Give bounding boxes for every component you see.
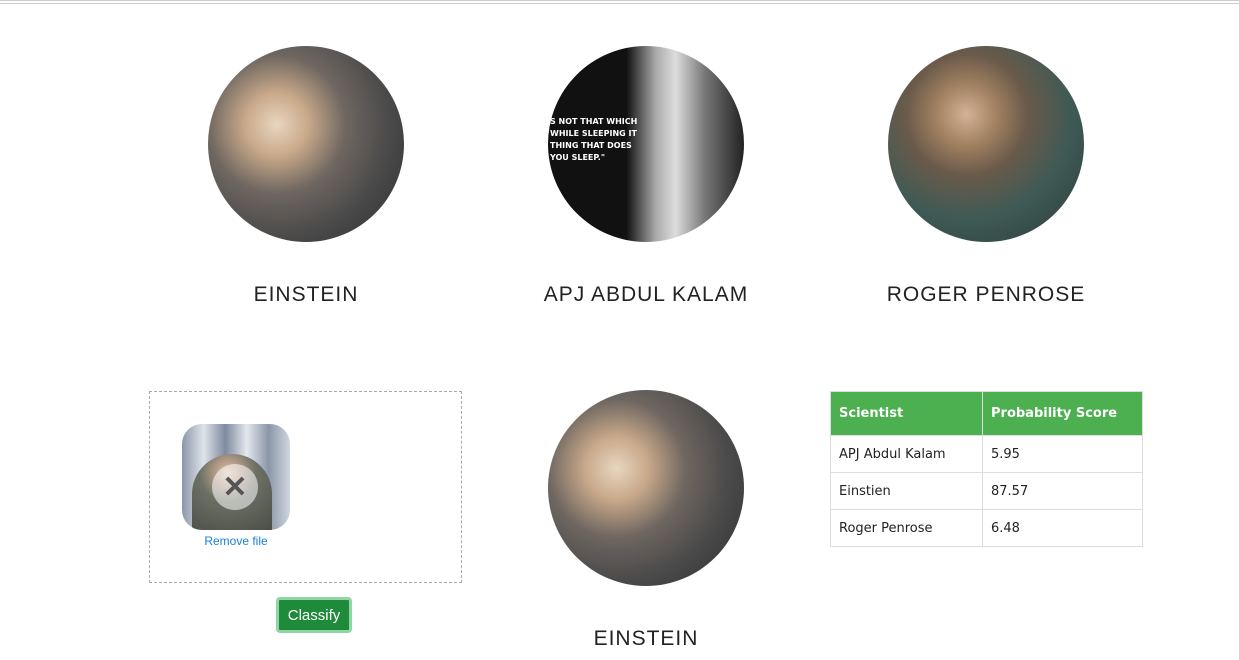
quote-line: S NOT THAT WHICH xyxy=(550,117,638,126)
scientist-name: ROGER PENROSE xyxy=(886,283,1086,306)
top-divider xyxy=(0,3,1239,4)
score-cell: 6.48 xyxy=(982,509,1143,547)
table-row: APJ Abdul Kalam 5.95 xyxy=(830,435,1143,473)
result-photo xyxy=(548,390,744,586)
x-icon[interactable]: ✕ xyxy=(212,464,258,510)
penrose-photo xyxy=(888,46,1084,242)
kalam-photo: S NOT THAT WHICH WHILE SLEEPING IT THING… xyxy=(548,46,744,242)
table-row: Einstien 87.57 xyxy=(830,472,1143,510)
probability-table: Scientist Probability Score APJ Abdul Ka… xyxy=(830,391,1143,547)
classify-button[interactable]: Classify xyxy=(276,597,352,633)
column-header: Scientist xyxy=(830,391,983,436)
score-cell: 5.95 xyxy=(982,435,1143,473)
score-cell: 87.57 xyxy=(982,472,1143,510)
column-header: Probability Score xyxy=(982,391,1143,436)
scientist-cell: Einstien xyxy=(830,472,983,510)
scientist-cell: APJ Abdul Kalam xyxy=(830,435,983,473)
photo-quote: S NOT THAT WHICH WHILE SLEEPING IT THING… xyxy=(550,116,637,164)
scientist-cell: Roger Penrose xyxy=(830,509,983,547)
result-name: EINSTEIN xyxy=(593,627,699,650)
quote-line: WHILE SLEEPING IT xyxy=(550,129,637,138)
table-row: Roger Penrose 6.48 xyxy=(830,509,1143,547)
scientist-name: EINSTEIN xyxy=(253,283,359,306)
scientist-name: APJ ABDUL KALAM xyxy=(543,283,749,306)
remove-file-link[interactable]: Remove file xyxy=(182,534,290,548)
quote-line: YOU SLEEP." xyxy=(550,153,605,162)
einstein-photo xyxy=(208,46,404,242)
table-header-row: Scientist Probability Score xyxy=(830,391,1143,436)
quote-line: THING THAT DOES xyxy=(550,141,632,150)
